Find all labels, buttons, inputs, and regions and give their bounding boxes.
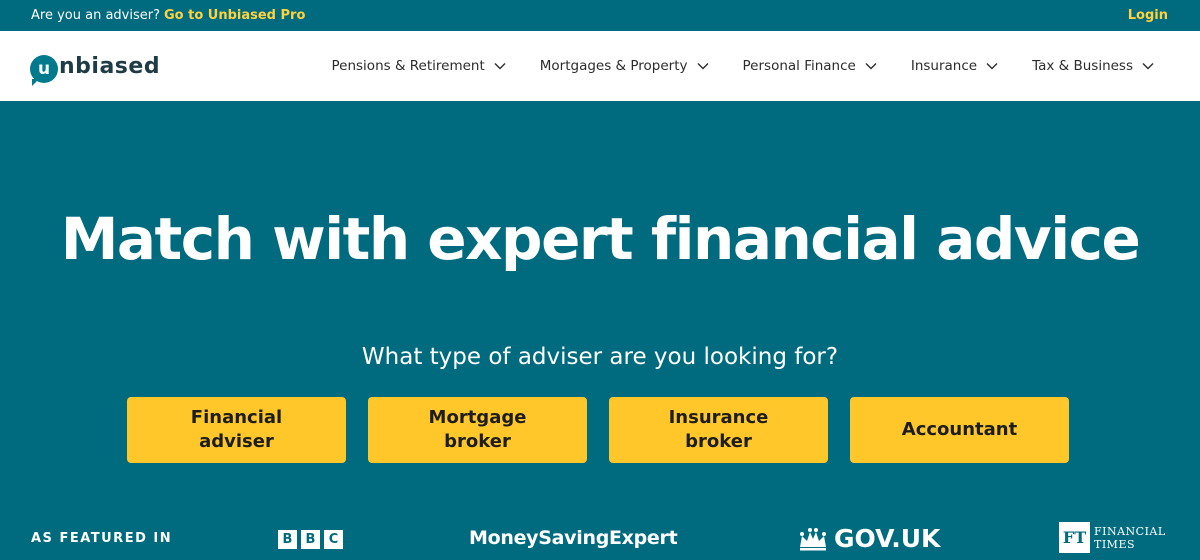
- bbc-letter: B: [301, 530, 320, 549]
- nav-item-label: Insurance: [910, 58, 978, 74]
- unbiased-logo[interactable]: u nbiased: [30, 46, 160, 86]
- hero-title: Match with expert financial advice: [60, 205, 1141, 273]
- nav-item-label: Pensions & Retirement: [331, 58, 485, 74]
- bbc-logo: B B C: [278, 530, 343, 549]
- adviser-prompt: Are you an adviser? Go to Unbiased Pro: [31, 8, 305, 23]
- logo-wordmark: nbiased: [59, 53, 161, 79]
- chevron-down-icon: [1142, 63, 1154, 70]
- nav-item-label: Mortgages & Property: [539, 58, 688, 74]
- ft-wordmark: FINANCIAL TIMES: [1094, 522, 1166, 551]
- nav-item-label: Personal Finance: [742, 58, 856, 74]
- chevron-down-icon: [697, 63, 709, 70]
- chevron-down-icon: [986, 63, 998, 70]
- main-nav: Pensions & Retirement Mortgages & Proper…: [332, 58, 1155, 74]
- nav-item-pensions-retirement[interactable]: Pensions & Retirement: [332, 58, 506, 74]
- adviser-question: Are you an adviser?: [31, 8, 160, 23]
- nav-item-insurance[interactable]: Insurance: [911, 58, 998, 74]
- nav-item-personal-finance[interactable]: Personal Finance: [743, 58, 877, 74]
- bbc-letter: B: [278, 530, 297, 549]
- nav-item-tax-business[interactable]: Tax & Business: [1032, 58, 1154, 74]
- unbiased-pro-link[interactable]: Go to Unbiased Pro: [164, 8, 305, 23]
- accountant-button[interactable]: Accountant: [850, 397, 1069, 463]
- insurance-broker-button[interactable]: Insurance broker: [609, 397, 828, 463]
- nav-item-label: Tax & Business: [1032, 58, 1133, 74]
- nav-item-mortgages-property[interactable]: Mortgages & Property: [540, 58, 709, 74]
- ft-line-times: TIMES: [1094, 538, 1136, 551]
- logo-speech-bubble-icon: u: [30, 54, 58, 86]
- financial-times-logo: FT FINANCIAL TIMES: [1059, 522, 1166, 553]
- hero-subtitle: What type of adviser are you looking for…: [361, 344, 839, 370]
- financial-adviser-button[interactable]: Financial adviser: [127, 397, 346, 463]
- featured-in-strip: AS FEATURED IN B B C MoneySavingExpert G…: [0, 515, 1200, 560]
- ft-line-financial: FINANCIAL: [1094, 525, 1166, 538]
- adviser-type-options: Financial adviser Mortgage broker Insura…: [127, 397, 1069, 463]
- main-navbar: u nbiased Pensions & Retirement Mortgage…: [0, 31, 1200, 101]
- chevron-down-icon: [494, 63, 506, 70]
- crown-icon: [800, 527, 826, 550]
- bbc-letter: C: [324, 530, 343, 549]
- mortgage-broker-button[interactable]: Mortgage broker: [368, 397, 587, 463]
- govuk-logo: GOV.UK: [797, 524, 940, 553]
- top-bar: Are you an adviser? Go to Unbiased Pro L…: [0, 0, 1200, 31]
- moneysavingexpert-logo: MoneySavingExpert: [469, 527, 678, 549]
- chevron-down-icon: [865, 63, 877, 70]
- featured-in-label: AS FEATURED IN: [31, 531, 173, 546]
- govuk-wordmark: GOV.UK: [834, 524, 941, 553]
- login-link[interactable]: Login: [1128, 8, 1168, 23]
- ft-mark: FT: [1059, 522, 1090, 553]
